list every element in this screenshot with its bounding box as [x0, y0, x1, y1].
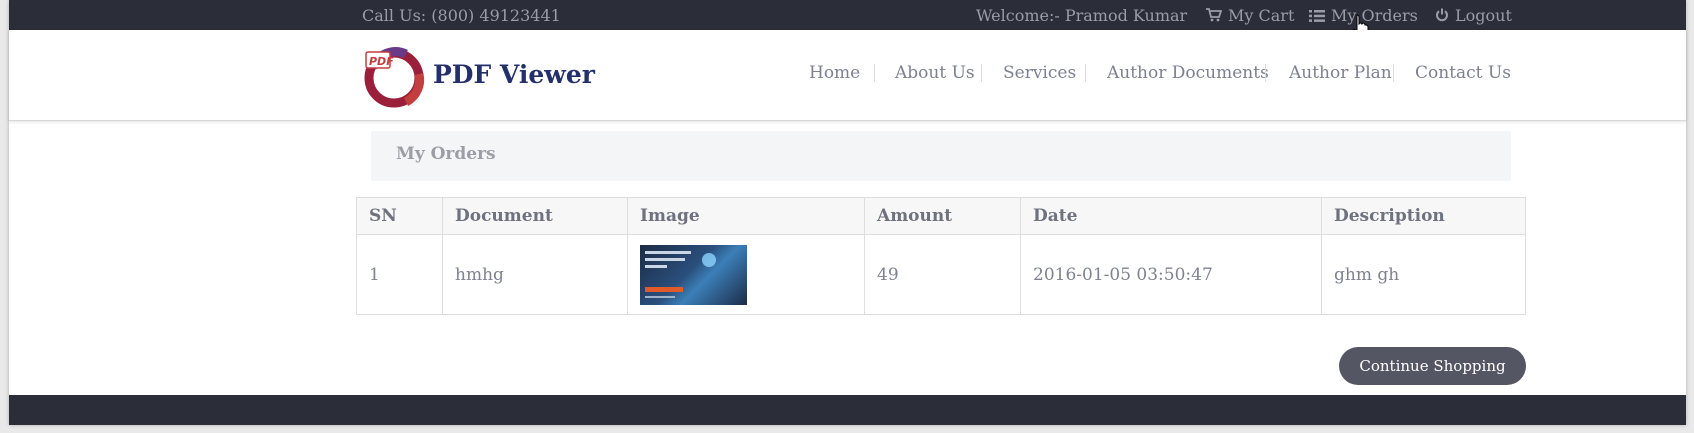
my-orders-label: My Orders — [1331, 6, 1418, 25]
page-frame: Call Us: (800) 49123441 Welcome:- Pramod… — [9, 0, 1686, 425]
cell-amount: 49 — [864, 234, 1021, 315]
welcome-text: Welcome:- Pramod Kumar — [976, 6, 1188, 25]
nav-author-plan[interactable]: Author Plan — [1289, 63, 1392, 83]
call-us-text: Call Us: (800) 49123441 — [362, 6, 561, 25]
power-icon — [1435, 7, 1449, 26]
nav-author-documents[interactable]: Author Documents — [1107, 63, 1269, 83]
cell-date: 2016-01-05 03:50:47 — [1020, 234, 1322, 315]
top-bar: Call Us: (800) 49123441 Welcome:- Pramod… — [9, 0, 1686, 38]
nav-services[interactable]: Services — [1003, 63, 1076, 83]
logo-text: PDF — [369, 55, 394, 68]
cell-description: ghm gh — [1321, 234, 1526, 315]
col-header-amount: Amount — [864, 197, 1021, 235]
nav-divider — [1085, 64, 1086, 82]
col-header-description: Description — [1321, 197, 1526, 235]
logout-label: Logout — [1455, 6, 1512, 25]
col-header-sn: SN — [356, 197, 443, 235]
nav-about-us[interactable]: About Us — [895, 63, 975, 83]
nav-contact-us[interactable]: Contact Us — [1415, 63, 1511, 83]
nav-divider — [1393, 64, 1394, 82]
pdf-logo-icon[interactable]: PDF — [362, 44, 426, 108]
my-cart-link[interactable]: My Cart — [1206, 6, 1294, 26]
brand-name[interactable]: PDF Viewer — [433, 60, 595, 89]
table-header-row: SN Document Image Amount Date Descriptio… — [356, 197, 1526, 235]
cell-image — [627, 234, 865, 315]
my-cart-label: My Cart — [1228, 6, 1295, 25]
cell-document: hmhg — [442, 234, 628, 315]
cart-icon — [1206, 7, 1223, 26]
nav-divider — [874, 64, 875, 82]
nav-divider — [981, 64, 982, 82]
list-icon — [1309, 7, 1325, 26]
orders-table: SN Document Image Amount Date Descriptio… — [356, 197, 1526, 315]
table-row: 1 hmhg 49 2016-01-05 03:50:47 ghm gh — [356, 234, 1526, 315]
continue-shopping-button[interactable]: Continue Shopping — [1339, 347, 1526, 385]
nav-home[interactable]: Home — [809, 63, 860, 83]
cell-sn: 1 — [356, 234, 443, 315]
page-title: My Orders — [396, 144, 496, 164]
site-footer — [9, 395, 1686, 425]
col-header-date: Date — [1020, 197, 1322, 235]
site-header: PDF PDF Viewer Home About Us Services Au… — [9, 30, 1686, 121]
page-title-box: My Orders — [371, 131, 1511, 181]
logout-link[interactable]: Logout — [1435, 6, 1512, 26]
col-header-document: Document — [442, 197, 628, 235]
col-header-image: Image — [627, 197, 865, 235]
document-thumbnail[interactable] — [640, 244, 747, 305]
nav-divider — [1265, 64, 1266, 82]
